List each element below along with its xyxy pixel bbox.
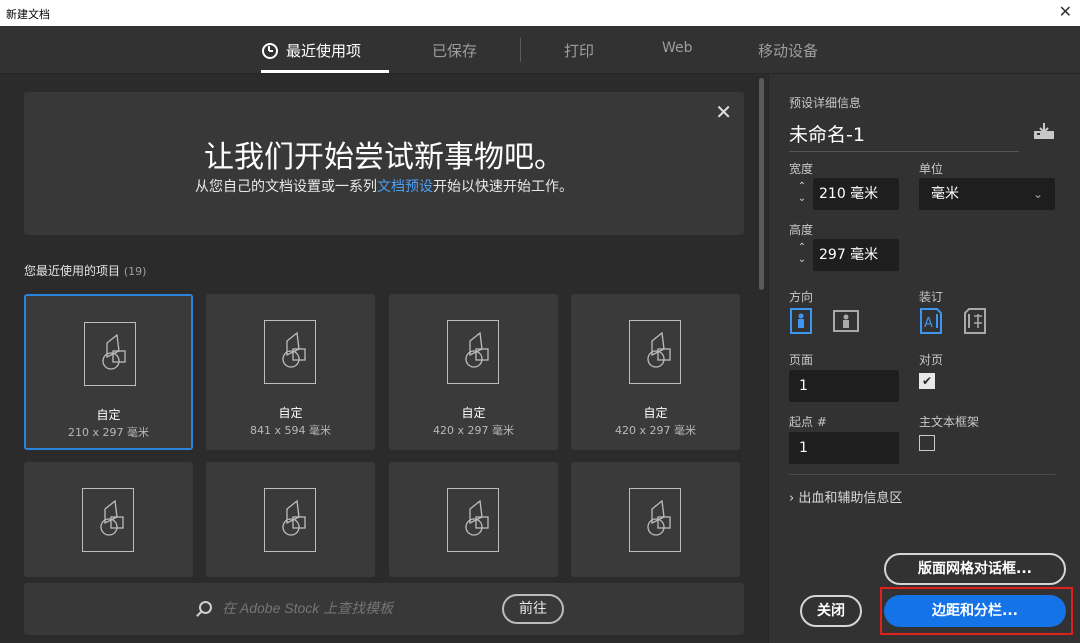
recent-item-name: 自定 <box>26 406 191 423</box>
recent-item-size: 420 x 297 毫米 <box>571 422 740 438</box>
recent-item-name: 自定 <box>389 404 558 421</box>
portrait-orientation-icon[interactable] <box>789 308 813 334</box>
recent-item-size: 841 x 594 毫米 <box>206 422 375 438</box>
presets-link[interactable]: 文档预设 <box>377 179 433 195</box>
height-label: 高度 <box>789 221 813 238</box>
category-tabs: 最近使用项 已保存 打印 Web 移动设备 <box>0 26 1080 74</box>
close-button[interactable]: 关闭 <box>800 595 862 627</box>
facing-pages-label: 对页 <box>919 351 943 368</box>
recent-item-size: 420 x 297 毫米 <box>389 422 558 438</box>
clock-icon <box>262 43 278 59</box>
window-titlebar: 新建文档 ✕ <box>0 0 1080 26</box>
recent-item-card[interactable]: 自定 841 x 594 毫米 <box>206 294 375 450</box>
go-button[interactable]: 前往 <box>502 594 564 624</box>
pages-field[interactable]: 1 <box>789 370 899 402</box>
document-icon <box>629 320 681 384</box>
unit-select[interactable]: 毫米 ⌄ <box>919 178 1055 210</box>
window-title: 新建文档 <box>6 6 50 22</box>
height-stepper-icon[interactable]: ⌃⌄ <box>791 239 813 271</box>
tab-saved[interactable]: 已保存 <box>432 40 477 61</box>
preset-details-header: 预设详细信息 <box>789 94 861 111</box>
height-field[interactable]: 297 毫米 <box>813 239 899 271</box>
width-stepper-icon[interactable]: ⌃⌄ <box>791 178 813 210</box>
recent-item-card[interactable] <box>571 462 740 577</box>
recent-items-label: 您最近使用的项目 (19) <box>24 262 146 279</box>
recent-item-card[interactable] <box>24 462 193 577</box>
banner-close-icon[interactable]: ✕ <box>715 100 732 124</box>
tab-mobile[interactable]: 移动设备 <box>758 40 818 61</box>
welcome-banner: ✕ 让我们开始尝试新事物吧。 从您自己的文档设置或一系列文档预设开始以快速开始工… <box>24 92 744 235</box>
stock-search-bar: 前往 <box>24 583 744 635</box>
left-binding-icon[interactable]: A <box>919 308 943 334</box>
facing-pages-checkbox[interactable]: ✔ <box>919 373 935 389</box>
recent-items-title: 您最近使用的项目 <box>24 264 120 278</box>
tab-recent-label: 最近使用项 <box>286 42 361 60</box>
annotation-highlight-box <box>880 587 1073 635</box>
recent-pane: ✕ 让我们开始尝试新事物吧。 从您自己的文档设置或一系列文档预设开始以快速开始工… <box>0 74 768 643</box>
tab-separator <box>520 38 521 62</box>
recent-scrollbar[interactable] <box>759 78 764 290</box>
primary-text-frame-label: 主文本框架 <box>919 413 979 430</box>
document-icon <box>447 320 499 384</box>
landscape-orientation-icon[interactable] <box>833 308 859 334</box>
bleed-slug-toggle[interactable]: › 出血和辅助信息区 <box>789 487 902 506</box>
orientation-label: 方向 <box>789 288 813 305</box>
recent-item-card[interactable] <box>206 462 375 577</box>
window-close-icon[interactable]: ✕ <box>1059 2 1072 21</box>
recent-items-count: (19) <box>124 265 147 278</box>
document-icon <box>84 322 136 386</box>
document-name-field[interactable]: 未命名-1 <box>789 120 1019 152</box>
document-icon <box>629 488 681 552</box>
recent-item-size: 210 x 297 毫米 <box>26 424 191 440</box>
recent-item-card[interactable]: 自定 210 x 297 毫米 <box>24 294 193 450</box>
unit-value: 毫米 <box>931 186 959 202</box>
document-icon <box>447 488 499 552</box>
document-icon <box>264 488 316 552</box>
search-icon <box>199 601 212 614</box>
width-field[interactable]: 210 毫米 <box>813 178 899 210</box>
tab-recent[interactable]: 最近使用项 <box>262 40 361 61</box>
right-binding-icon[interactable] <box>963 308 987 334</box>
tab-web[interactable]: Web <box>662 40 693 56</box>
recent-item-card[interactable]: 自定 420 x 297 毫米 <box>571 294 740 450</box>
recent-item-card[interactable] <box>389 462 558 577</box>
primary-text-frame-checkbox[interactable] <box>919 435 935 451</box>
chevron-down-icon: ⌄ <box>1033 178 1043 210</box>
document-icon <box>264 320 316 384</box>
svg-text:A: A <box>924 316 933 331</box>
start-page-field[interactable]: 1 <box>789 432 899 464</box>
banner-title: 让我们开始尝试新事物吧。 <box>24 132 744 176</box>
binding-label: 装订 <box>919 288 943 305</box>
document-icon <box>82 488 134 552</box>
unit-label: 单位 <box>919 160 943 177</box>
banner-sub-suffix: 开始以快速开始工作。 <box>433 179 573 195</box>
pages-label: 页面 <box>789 351 813 368</box>
active-tab-indicator <box>261 70 389 73</box>
banner-sub-prefix: 从您自己的文档设置或一系列 <box>195 179 377 195</box>
tab-print[interactable]: 打印 <box>564 40 594 61</box>
stock-search-input[interactable] <box>222 600 482 616</box>
start-page-label: 起点 # <box>789 413 827 430</box>
recent-item-card[interactable]: 自定 420 x 297 毫米 <box>389 294 558 450</box>
layout-grid-dialog-button[interactable]: 版面网格对话框... <box>884 553 1066 585</box>
recent-item-name: 自定 <box>571 404 740 421</box>
section-divider <box>789 474 1055 475</box>
width-label: 宽度 <box>789 160 813 177</box>
recent-item-name: 自定 <box>206 404 375 421</box>
banner-subtitle: 从您自己的文档设置或一系列文档预设开始以快速开始工作。 <box>24 176 744 196</box>
save-preset-icon[interactable] <box>1033 122 1055 140</box>
